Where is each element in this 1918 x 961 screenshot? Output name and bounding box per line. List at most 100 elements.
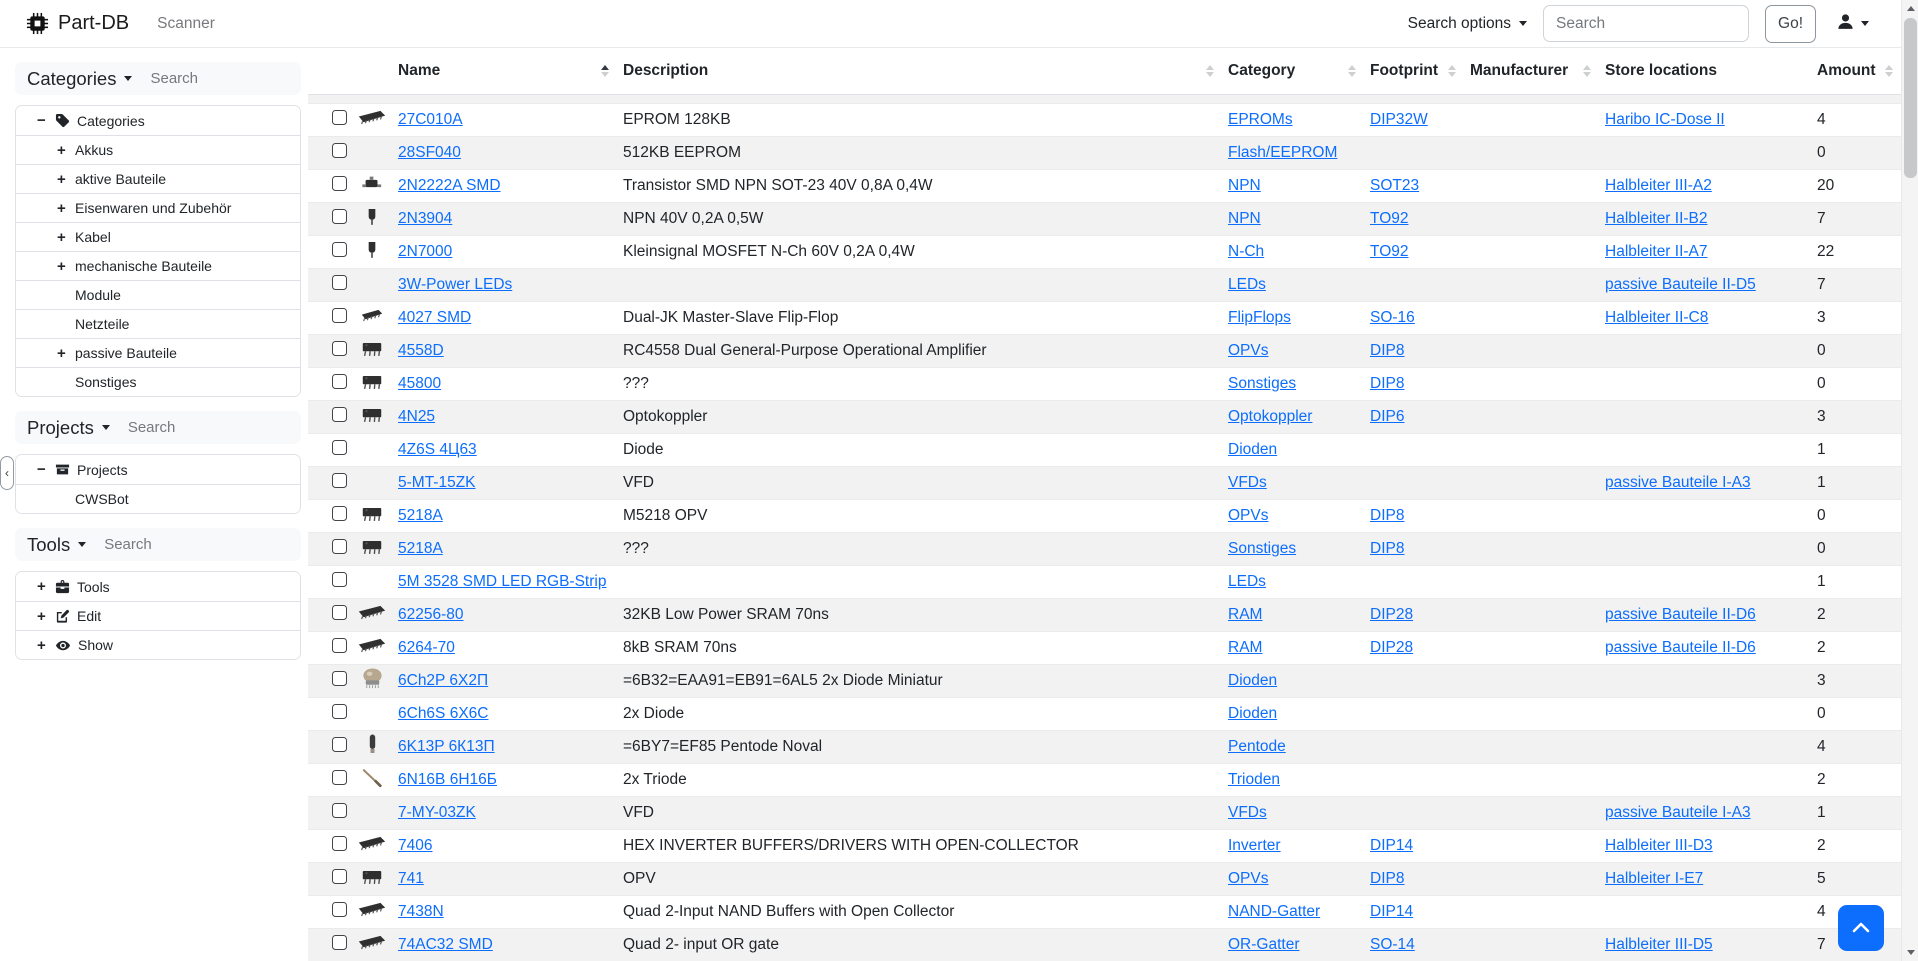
projects-search-input[interactable] bbox=[126, 418, 256, 437]
expand-toggle-icon[interactable]: + bbox=[57, 171, 75, 188]
row-checkbox[interactable] bbox=[332, 704, 347, 719]
category-link[interactable]: Dioden bbox=[1228, 705, 1277, 722]
category-link[interactable]: VFDs bbox=[1228, 474, 1267, 491]
row-checkbox[interactable] bbox=[332, 836, 347, 851]
category-link[interactable]: N-Ch bbox=[1228, 243, 1264, 260]
category-link[interactable]: Sonstiges bbox=[1228, 540, 1296, 557]
tree-item-mechanische-bauteile[interactable]: +mechanische Bauteile bbox=[16, 251, 300, 280]
part-name-link[interactable]: 6Ch2P 6Х2П bbox=[398, 672, 488, 689]
category-link[interactable]: RAM bbox=[1228, 606, 1262, 623]
part-thumbnail[interactable] bbox=[356, 405, 388, 424]
store-location-link[interactable]: Halbleiter III-D5 bbox=[1605, 936, 1713, 953]
tree-item-akkus[interactable]: +Akkus bbox=[16, 135, 300, 164]
part-thumbnail[interactable] bbox=[356, 372, 388, 391]
expand-toggle-icon[interactable]: + bbox=[57, 142, 75, 159]
footprint-link[interactable]: DIP8 bbox=[1370, 870, 1404, 887]
part-name-link[interactable]: 2N2222A SMD bbox=[398, 177, 501, 194]
row-checkbox[interactable] bbox=[332, 803, 347, 818]
row-checkbox[interactable] bbox=[332, 671, 347, 686]
tree-item-tools[interactable]: +Tools bbox=[16, 572, 300, 601]
expand-toggle-icon[interactable]: + bbox=[57, 200, 75, 217]
part-name-link[interactable]: 6264-70 bbox=[398, 639, 455, 656]
column-header-footprint[interactable]: Footprint bbox=[1364, 48, 1464, 94]
part-name-link[interactable]: 4Z6S 4Ц63 bbox=[398, 441, 477, 458]
expand-toggle-icon[interactable]: + bbox=[37, 608, 55, 625]
column-header-amount[interactable]: Amount bbox=[1811, 48, 1901, 94]
part-name-link[interactable]: 6K13P 6К13П bbox=[398, 738, 495, 755]
store-location-link[interactable]: Halbleiter I-E7 bbox=[1605, 870, 1703, 887]
part-thumbnail[interactable] bbox=[356, 307, 388, 324]
scroll-to-top-button[interactable] bbox=[1838, 905, 1884, 951]
part-thumbnail[interactable] bbox=[356, 603, 388, 622]
scrollbar-thumb[interactable] bbox=[1904, 18, 1917, 178]
part-name-link[interactable]: 7438N bbox=[398, 903, 444, 920]
tools-dropdown-button[interactable]: Tools bbox=[27, 534, 86, 556]
row-checkbox[interactable] bbox=[332, 242, 347, 257]
part-name-link[interactable]: 45800 bbox=[398, 375, 441, 392]
row-checkbox[interactable] bbox=[332, 572, 347, 587]
collapse-toggle-icon[interactable]: − bbox=[37, 112, 55, 129]
row-checkbox[interactable] bbox=[332, 440, 347, 455]
part-name-link[interactable]: 62256-80 bbox=[398, 606, 464, 623]
column-header-name[interactable]: Name bbox=[392, 48, 617, 94]
category-link[interactable]: NAND-Gatter bbox=[1228, 903, 1320, 920]
store-location-link[interactable]: Haribo IC-Dose II bbox=[1605, 111, 1725, 128]
row-checkbox[interactable] bbox=[332, 638, 347, 653]
part-name-link[interactable]: 6N16B 6Н16Б bbox=[398, 771, 497, 788]
row-checkbox[interactable] bbox=[332, 506, 347, 521]
footprint-link[interactable]: SO-16 bbox=[1370, 309, 1415, 326]
part-thumbnail[interactable] bbox=[356, 175, 388, 192]
store-location-link[interactable]: passive Bauteile II-D6 bbox=[1605, 606, 1756, 623]
column-header-manufacturer[interactable]: Manufacturer bbox=[1464, 48, 1599, 94]
part-name-link[interactable]: 7-MY-03ZK bbox=[398, 804, 476, 821]
app-brand[interactable]: Part-DB bbox=[26, 12, 129, 35]
row-checkbox[interactable] bbox=[332, 143, 347, 158]
store-location-link[interactable]: Halbleiter II-A7 bbox=[1605, 243, 1708, 260]
footprint-link[interactable]: DIP32W bbox=[1370, 111, 1428, 128]
category-link[interactable]: Dioden bbox=[1228, 441, 1277, 458]
footprint-link[interactable]: DIP8 bbox=[1370, 342, 1404, 359]
part-thumbnail[interactable] bbox=[356, 636, 388, 655]
search-input[interactable] bbox=[1543, 5, 1749, 42]
store-location-link[interactable]: passive Bauteile II-D5 bbox=[1605, 276, 1756, 293]
row-checkbox[interactable] bbox=[332, 176, 347, 191]
tree-item-cwsbot[interactable]: CWSBot bbox=[16, 484, 300, 513]
nav-item-scanner[interactable]: Scanner bbox=[157, 15, 215, 33]
row-checkbox[interactable] bbox=[332, 407, 347, 422]
part-name-link[interactable]: 741 bbox=[398, 870, 424, 887]
part-name-link[interactable]: 5-MT-15ZK bbox=[398, 474, 476, 491]
row-checkbox[interactable] bbox=[332, 902, 347, 917]
category-link[interactable]: OR-Gatter bbox=[1228, 936, 1299, 953]
column-header-description[interactable]: Description bbox=[617, 48, 1222, 94]
tree-item-show[interactable]: +Show bbox=[16, 630, 300, 659]
part-name-link[interactable]: 4027 SMD bbox=[398, 309, 471, 326]
store-location-link[interactable]: Halbleiter II-B2 bbox=[1605, 210, 1708, 227]
search-options-dropdown[interactable]: Search options bbox=[1408, 15, 1527, 33]
part-name-link[interactable]: 3W-Power LEDs bbox=[398, 276, 512, 293]
row-checkbox[interactable] bbox=[332, 473, 347, 488]
part-name-link[interactable]: 5218A bbox=[398, 507, 443, 524]
expand-toggle-icon[interactable]: + bbox=[37, 578, 55, 595]
user-menu[interactable] bbox=[1832, 12, 1873, 36]
expand-toggle-icon[interactable]: + bbox=[57, 345, 75, 362]
row-checkbox[interactable] bbox=[332, 539, 347, 554]
category-link[interactable]: Optokoppler bbox=[1228, 408, 1312, 425]
part-name-link[interactable]: 4558D bbox=[398, 342, 444, 359]
footprint-link[interactable]: DIP6 bbox=[1370, 408, 1404, 425]
row-checkbox[interactable] bbox=[332, 869, 347, 884]
category-link[interactable]: NPN bbox=[1228, 210, 1261, 227]
category-link[interactable]: OPVs bbox=[1228, 507, 1268, 524]
tools-search-input[interactable] bbox=[102, 535, 232, 554]
footprint-link[interactable]: DIP28 bbox=[1370, 639, 1413, 656]
tree-item-module[interactable]: Module bbox=[16, 280, 300, 309]
part-name-link[interactable]: 2N3904 bbox=[398, 210, 452, 227]
part-name-link[interactable]: 2N7000 bbox=[398, 243, 452, 260]
expand-toggle-icon[interactable]: + bbox=[57, 258, 75, 275]
category-link[interactable]: VFDs bbox=[1228, 804, 1267, 821]
part-name-link[interactable]: 7406 bbox=[398, 837, 432, 854]
column-header-category[interactable]: Category bbox=[1222, 48, 1364, 94]
part-name-link[interactable]: 5218A bbox=[398, 540, 443, 557]
footprint-link[interactable]: TO92 bbox=[1370, 243, 1409, 260]
scrollbar-up-arrow[interactable] bbox=[1902, 0, 1918, 17]
footprint-link[interactable]: DIP28 bbox=[1370, 606, 1413, 623]
